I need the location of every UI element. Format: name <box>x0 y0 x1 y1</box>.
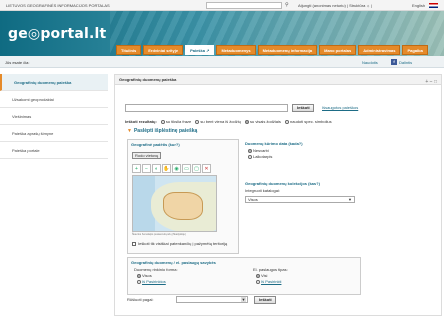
option-all-words: su visais žodžiais <box>249 119 281 124</box>
chevron-down-icon: ▼ <box>348 197 352 202</box>
dataset-form-selected-label: Iš Pasirinktos <box>142 279 166 284</box>
rectangle-select-icon[interactable]: ▭ <box>182 164 191 173</box>
nav-tab-my-portal[interactable]: Mano portalas <box>319 45 357 55</box>
option-any-word: su bent viena iš žodžių <box>200 119 241 124</box>
radio-all-words[interactable] <box>244 120 249 124</box>
properties-panel: Geografinių duomenų / el. paslaugų savyb… <box>127 257 361 295</box>
advanced-toggle-label: Paslėpti išplėstinę paiešką <box>133 128 198 134</box>
dataset-form-group: Duomenų rinkinio forma: Visos Iš Pasirin… <box>134 267 178 285</box>
sort-search-button[interactable]: Ieškoti <box>254 296 276 304</box>
facebook-icon[interactable]: f <box>391 59 397 65</box>
date-option-any-label: Nesvarbi <box>253 148 269 153</box>
header-banner: ge◎portal.lt Titulinis Erdviniai srityje… <box>0 11 444 56</box>
main-nav: Titulinis Erdviniai srityje Paieška ↗ Me… <box>116 45 428 56</box>
catalogs-label: Integruoti katalogai: <box>245 188 280 193</box>
date-panel: Duomenų kūrimo data (kada?) Nesvarbi Lai… <box>242 139 361 177</box>
help-link[interactable]: Naudotis <box>362 60 378 65</box>
top-links[interactable]: Atjungti (anonimas neturiu) | Struktūra … <box>298 3 372 8</box>
fully-inside-checkbox[interactable] <box>132 242 136 246</box>
map-view[interactable] <box>132 175 217 232</box>
search-icon[interactable]: ⚲ <box>285 2 291 8</box>
service-type-all-label: Visi <box>261 273 268 278</box>
clear-selection-icon[interactable]: ✕ <box>202 164 211 173</box>
top-bar: LIETUVOS GEOGRAFINĖS INFORMACIJOS PORTAL… <box>0 0 444 11</box>
collapse-arrow-icon: ▼ <box>127 128 132 134</box>
nav-tab-spatial[interactable]: Erdviniai srityje <box>143 45 184 55</box>
advanced-search-toggle[interactable]: ▼ Paslėpti išplėstinę paiešką <box>127 128 197 134</box>
service-type-selected-label: Iš Pasirinkti <box>261 279 282 284</box>
result-options: Ieškoti rezultatų: su tikslia fraze su b… <box>125 119 332 124</box>
panel-header: Geografinių duomenų paieška + − □ <box>115 75 441 85</box>
search-panel: Geografinių duomenų paieška + − □ Ieškot… <box>114 74 442 316</box>
sidebar-item-description-search[interactable]: Paieška aprašų šimyne <box>0 125 108 142</box>
uk-flag-icon[interactable] <box>429 3 438 8</box>
window-controls-icon[interactable]: + − □ <box>425 77 437 87</box>
results-label: Ieškoti rezultatų: <box>125 119 157 124</box>
nav-tab-metadata-info[interactable]: Metaduomenų informacija <box>257 45 318 55</box>
nav-tab-help[interactable]: Pagalba <box>402 45 428 55</box>
search-input[interactable] <box>125 104 288 112</box>
service-type-group: El. paslaugos tipas: Visi Iš Pasirinkti <box>253 267 288 285</box>
geo-location-panel: Geografinė padėtis (kur?) Rodo vietovę +… <box>127 139 239 254</box>
fully-inside-label: Ieškoti tik visiškai patenkančių į pažym… <box>138 241 228 246</box>
radio-date-any[interactable] <box>248 149 252 153</box>
sidebar-item-ordered-products[interactable]: Užsakomi geoprodaktai <box>0 91 108 108</box>
radio-date-period[interactable] <box>248 155 252 159</box>
radio-service-selected[interactable] <box>256 280 260 284</box>
breadcrumb: Jūs esate čia: <box>5 60 30 65</box>
full-extent-icon[interactable]: ◐ <box>152 164 161 173</box>
sidebar-item-portal-search[interactable]: Paieška portale <box>0 142 108 159</box>
option-exact-phrase: su tikslia fraze <box>165 119 192 124</box>
sidebar: Geografinių duomenų paieška Užsakomi geo… <box>0 74 108 159</box>
globe-icon[interactable]: ◉ <box>172 164 181 173</box>
portal-name: LIETUVOS GEOGRAFINĖS INFORMACIJOS PORTAL… <box>6 3 110 8</box>
map-toolbar: + − ◐ ✋ ◉ ▭ ▢ ✕ <box>132 164 211 173</box>
catalog-select[interactable]: Visos ▼ <box>245 196 355 203</box>
top-search-input[interactable] <box>206 2 282 9</box>
sort-label: Rūšiuoti pagal: <box>127 297 154 302</box>
share-link[interactable]: Dalintis <box>399 60 412 65</box>
zoom-in-icon[interactable]: + <box>132 164 141 173</box>
option-special-symbols: naudoti spec. simbolius <box>290 119 332 124</box>
radio-dataset-selected[interactable] <box>137 280 141 284</box>
nav-tab-search[interactable]: Paieška ↗ <box>185 45 215 55</box>
nav-tab-metadata[interactable]: Metaduomenys <box>216 45 256 55</box>
date-option-period-label: Laikotarpis <box>253 154 273 159</box>
map-footer: Šiaurinė žemėlapio pusiausvirą ūdų (Skai… <box>132 233 186 236</box>
map-lithuania <box>163 192 203 220</box>
date-panel-title: Duomenų kūrimo data (kada?) <box>245 141 303 146</box>
properties-panel-title: Geografinių duomenų / el. paslaugų savyb… <box>131 260 216 265</box>
catalog-select-value: Visos <box>248 197 258 202</box>
saved-searches-link[interactable]: Išsaugotos paieškos <box>322 105 358 110</box>
sidebar-item-geo-search[interactable]: Geografinių duomenų paieška <box>0 74 108 91</box>
nav-tab-home[interactable]: Titulinis <box>116 45 142 55</box>
polygon-select-icon[interactable]: ▢ <box>192 164 201 173</box>
collections-panel-title: Geografinių duomenų kolekcijos (kas?) <box>245 181 320 186</box>
panel-title: Geografinių duomenų paieška <box>119 77 177 82</box>
sort-select[interactable]: ▼ <box>176 296 248 303</box>
radio-service-all[interactable] <box>256 274 260 278</box>
geoportal-logo[interactable]: ge◎portal.lt <box>8 26 106 42</box>
radio-exact-phrase[interactable] <box>160 120 165 124</box>
service-type-selected[interactable]: Iš Pasirinkti <box>253 279 288 285</box>
nav-tab-admin[interactable]: Administravimas <box>358 45 401 55</box>
sidebar-item-publicity[interactable]: Viešinimas <box>0 108 108 125</box>
dataset-form-selected[interactable]: Iš Pasirinktos <box>134 279 178 285</box>
search-button[interactable]: Ieškoti <box>292 104 314 112</box>
geo-panel-title: Geografinė padėtis (kur?) <box>131 142 180 147</box>
radio-dataset-all[interactable] <box>137 274 141 278</box>
collections-panel: Geografinių duomenų kolekcijos (kas?) In… <box>242 179 361 203</box>
pan-icon[interactable]: ✋ <box>162 164 171 173</box>
dataset-form-all-label: Visos <box>142 273 152 278</box>
zoom-out-icon[interactable]: − <box>142 164 151 173</box>
sort-chevron-down-icon: ▼ <box>241 297 246 302</box>
language-link[interactable]: English <box>412 3 425 8</box>
mark-location-button[interactable]: Rodo vietovę <box>132 152 162 159</box>
fully-inside-option: Ieškoti tik visiškai patenkančių į pažym… <box>132 241 236 246</box>
radio-any-word[interactable] <box>195 120 200 124</box>
date-option-period[interactable]: Laikotarpis <box>242 154 361 160</box>
radio-special-symbols[interactable] <box>285 120 290 124</box>
breadcrumb-bar: Jūs esate čia: Naudotis f Dalintis <box>0 56 444 68</box>
